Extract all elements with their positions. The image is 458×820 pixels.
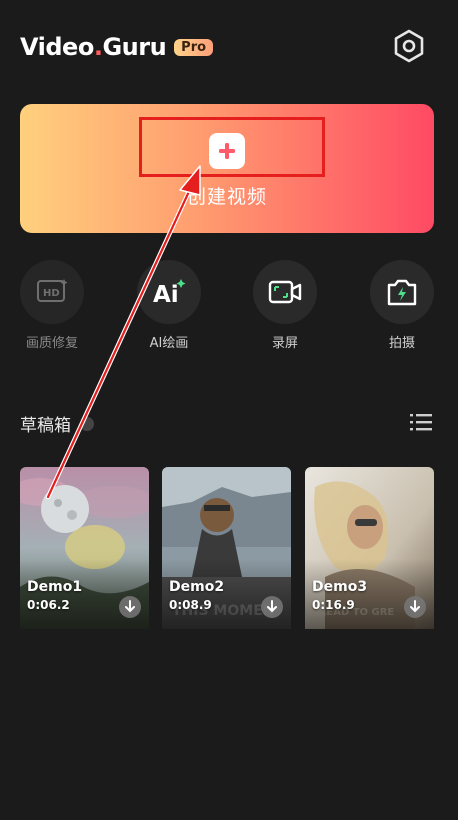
app-logo: Video.Guru Pro <box>20 33 214 61</box>
draft-title: Demo1 <box>27 579 83 595</box>
tool-label: 画质修复 <box>25 336 78 351</box>
list-lines-icon <box>410 414 432 431</box>
draft-duration: 0:08.9 <box>169 598 212 612</box>
tool-circle: HD <box>20 260 84 324</box>
drafts-help-icon[interactable] <box>80 417 94 431</box>
download-button[interactable] <box>119 596 141 618</box>
download-button[interactable] <box>261 596 283 618</box>
draft-duration: 0:16.9 <box>312 598 355 612</box>
draft-duration: 0:06.2 <box>27 598 70 612</box>
tool-circle <box>370 260 434 324</box>
draft-title: Demo2 <box>169 579 225 595</box>
svg-text:HD: HD <box>43 288 60 299</box>
tool-label: 录屏 <box>271 336 298 351</box>
list-view-icon[interactable] <box>410 412 432 432</box>
annotation-highlight-box <box>139 117 325 177</box>
settings-button[interactable] <box>389 26 429 66</box>
pro-badge[interactable]: Pro <box>174 38 214 56</box>
hexagon-settings-icon <box>394 29 424 63</box>
hd-icon: HD <box>37 279 68 302</box>
create-video-label: 创建视频 <box>186 186 267 208</box>
ai-sparkle-icon: Ai <box>153 279 186 308</box>
tool-screen-record[interactable]: 录屏 <box>240 260 330 351</box>
tool-label: 拍摄 <box>388 336 415 351</box>
tool-shoot[interactable]: 拍摄 <box>357 260 447 351</box>
camera-icon <box>387 279 417 306</box>
tool-circle: Ai <box>137 260 201 324</box>
logo-text: Video.Guru <box>20 33 167 61</box>
draft-card-demo1[interactable]: Demo1 0:06.2 <box>20 467 149 629</box>
tool-ai-painting[interactable]: Ai AI绘画 <box>124 260 214 351</box>
draft-title: Demo3 <box>312 579 368 595</box>
app-screen: Video.Guru Pro 创建视频 HD 画质修复 Ai AI绘画 录屏 拍… <box>0 0 458 820</box>
svg-text:Ai: Ai <box>153 282 179 308</box>
download-arrow-icon <box>267 600 277 613</box>
draft-card-demo2[interactable]: THIS MOMEN Demo2 0:08.9 <box>162 467 291 629</box>
tool-quality-repair[interactable]: HD 画质修复 <box>7 260 97 351</box>
draft-card-demo3[interactable]: LEAD TO GRE Demo3 0:16.9 <box>305 467 434 629</box>
screen-record-icon <box>268 280 302 304</box>
tool-circle <box>253 260 317 324</box>
download-button[interactable] <box>404 596 426 618</box>
download-arrow-icon <box>125 600 135 613</box>
drafts-title: 草稿箱 <box>20 416 71 436</box>
tool-label: AI绘画 <box>149 336 189 351</box>
download-arrow-icon <box>410 600 420 613</box>
